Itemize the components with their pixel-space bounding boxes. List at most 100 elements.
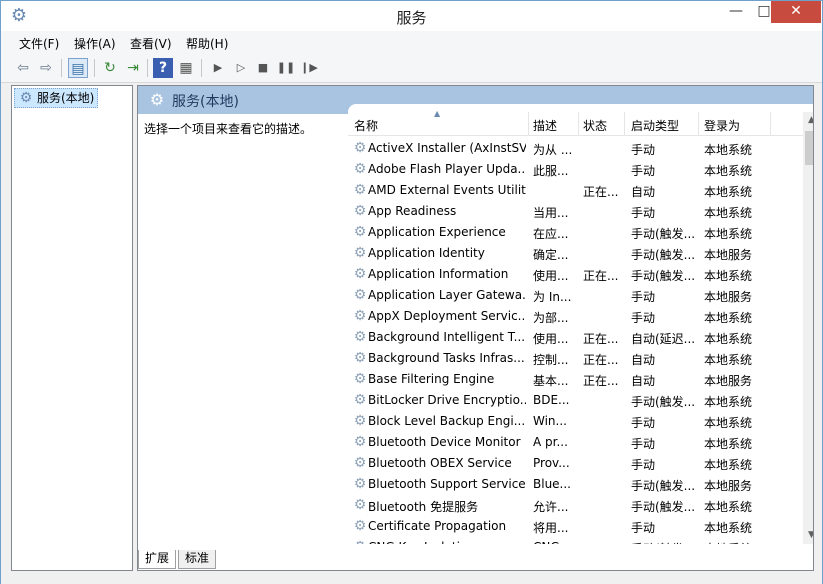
- service-status: 正在...: [583, 185, 619, 199]
- column-header-status[interactable]: 状态: [583, 117, 607, 134]
- service-description: CNG...: [533, 540, 575, 544]
- menu-file[interactable]: 文件(F): [19, 35, 59, 52]
- scroll-thumb[interactable]: [805, 131, 813, 165]
- service-name: Bluetooth Support Service: [368, 477, 526, 491]
- help-icon[interactable]: ?: [153, 58, 173, 78]
- service-logon-as: 本地系统: [704, 206, 753, 220]
- service-logon-as: 本地系统: [704, 269, 753, 283]
- table-row[interactable]: ⚙CNG Key Isolation CNG... 手动(触发... 本地系统: [348, 537, 803, 544]
- refresh-icon[interactable]: ↻: [100, 58, 120, 78]
- table-row[interactable]: ⚙ BitLocker Drive Encryptio... BDE... 手动(触发…: [348, 390, 803, 411]
- pause-icon[interactable]: ❚❚: [276, 58, 296, 78]
- service-name: Block Level Backup Engi...: [368, 414, 526, 428]
- properties-icon[interactable]: ▦: [176, 58, 196, 78]
- column-header-startup-type[interactable]: 启动类型: [631, 117, 679, 134]
- service-name: Application Experience: [368, 225, 506, 239]
- title-bar[interactable]: ⚙ 服务 — □ ✕: [1, 1, 822, 31]
- service-name: ActiveX Installer (AxInstSV): [368, 141, 526, 155]
- service-status: 正在...: [583, 374, 619, 388]
- table-row[interactable]: ⚙ Application Identity 确定... 手动(触发... 本地服务: [348, 243, 803, 264]
- service-logon-as: 本地系统: [704, 458, 753, 472]
- table-row[interactable]: ⚙ App Readiness 当用... 手动 本地系统: [348, 201, 803, 222]
- column-divider[interactable]: [698, 112, 699, 136]
- column-divider[interactable]: [528, 112, 529, 136]
- service-gear-icon: ⚙: [353, 287, 367, 303]
- service-gear-icon: ⚙: [353, 203, 367, 219]
- table-row[interactable]: ⚙ Background Tasks Infras... 控制... 正在... 自动 本…: [348, 348, 803, 369]
- back-icon[interactable]: ⇦: [13, 58, 33, 78]
- service-startup-type: 自动: [631, 353, 656, 367]
- sort-ascending-icon: ▲: [434, 109, 441, 118]
- service-startup-type: 手动: [631, 311, 656, 325]
- minimize-button[interactable]: —: [722, 1, 750, 23]
- column-divider[interactable]: [578, 112, 579, 136]
- service-status: 正在...: [583, 269, 619, 283]
- export-icon[interactable]: ⇥: [123, 58, 143, 78]
- service-startup-type: 自动: [631, 185, 656, 199]
- service-startup-type: 手动(触发...: [631, 227, 696, 241]
- vertical-scrollbar[interactable]: ▲ ▼: [803, 112, 813, 544]
- table-row[interactable]: ⚙ Certificate Propagation 将用... 手动 本地系统: [348, 516, 803, 537]
- service-gear-icon: ⚙: [353, 434, 367, 450]
- toolbar-separator: [94, 59, 95, 77]
- service-description: 在应...: [533, 227, 569, 241]
- service-description: 此服...: [533, 164, 569, 178]
- tab-extended[interactable]: 扩展: [138, 550, 177, 569]
- table-row[interactable]: ⚙ Bluetooth OBEX Service Prov... 手动 本地系统: [348, 453, 803, 474]
- service-logon-as: 本地系统: [704, 311, 753, 325]
- column-header-name[interactable]: 名称: [354, 117, 378, 134]
- service-gear-icon: ⚙: [353, 182, 367, 198]
- column-header-description[interactable]: 描述: [533, 117, 557, 134]
- tab-standard[interactable]: 标准: [178, 550, 217, 569]
- restart-icon[interactable]: ❙▶: [299, 58, 319, 78]
- menu-view[interactable]: 查看(V): [130, 35, 172, 52]
- stop-icon[interactable]: ■: [253, 58, 273, 78]
- table-row[interactable]: ⚙ Base Filtering Engine 基本... 正在... 自动 本地服务: [348, 369, 803, 390]
- menu-help[interactable]: 帮助(H): [186, 35, 228, 52]
- menu-action[interactable]: 操作(A): [74, 35, 116, 52]
- table-row[interactable]: ⚙ ActiveX Installer (AxInstSV) 为从 ... 手动 本地系…: [348, 138, 803, 159]
- service-startup-type: 手动: [631, 206, 656, 220]
- table-row[interactable]: ⚙ Application Experience 在应... 手动(触发... 本地系统: [348, 222, 803, 243]
- service-logon-as: 本地系统: [704, 521, 753, 535]
- table-row[interactable]: ⚙ Block Level Backup Engi... Win... 手动 本地系统: [348, 411, 803, 432]
- service-name: Certificate Propagation: [368, 519, 507, 533]
- service-description: Win...: [533, 414, 567, 428]
- column-divider[interactable]: [624, 112, 625, 136]
- close-button[interactable]: ✕: [771, 1, 821, 23]
- service-logon-as: 本地服务: [704, 290, 753, 304]
- toolbar-separator: [147, 59, 148, 77]
- show-hide-tree-icon[interactable]: ▤: [68, 58, 88, 78]
- table-row[interactable]: ⚙ AppX Deployment Servic... 为部... 手动 本地系统: [348, 306, 803, 327]
- service-name: Background Intelligent T...: [368, 330, 526, 344]
- list-rows: ⚙ ActiveX Installer (AxInstSV) 为从 ... 手动 本地系…: [348, 138, 803, 544]
- table-row[interactable]: ⚙ Background Intelligent T... 使用... 正在... 自动…: [348, 327, 803, 348]
- start-alt-icon[interactable]: ▷: [231, 58, 251, 78]
- service-startup-type: 手动(触发...: [631, 500, 696, 514]
- table-row[interactable]: ⚙ Application Information 使用... 正在... 手动(触发.…: [348, 264, 803, 285]
- view-tabs: 扩展 标准: [138, 548, 813, 570]
- service-logon-as: 本地系统: [704, 437, 753, 451]
- column-divider[interactable]: [770, 112, 771, 136]
- scroll-up-icon[interactable]: ▲: [803, 112, 813, 129]
- table-row[interactable]: ⚙ AMD External Events Utility 正在... 自动 本地系统: [348, 180, 803, 201]
- table-row[interactable]: ⚙ Bluetooth Device Monitor A pr... 手动 本地系统: [348, 432, 803, 453]
- table-row[interactable]: ⚙ Bluetooth 免提服务 允许... 手动(触发... 本地系统: [348, 495, 803, 516]
- scroll-down-icon[interactable]: ▼: [803, 527, 813, 544]
- table-row[interactable]: ⚙ Adobe Flash Player Upda... 此服... 手动 本地系统: [348, 159, 803, 180]
- service-description: 将用...: [533, 521, 569, 535]
- service-name: AMD External Events Utility: [368, 183, 526, 197]
- services-gear-icon: ⚙: [19, 90, 33, 106]
- toolbar-separator: [61, 59, 62, 77]
- start-icon[interactable]: ▶: [208, 58, 228, 78]
- service-name: Adobe Flash Player Upda...: [368, 162, 526, 176]
- service-gear-icon: ⚙: [353, 476, 367, 492]
- column-header-logon-as[interactable]: 登录为: [704, 117, 740, 134]
- service-status: 正在...: [583, 353, 619, 367]
- service-startup-type: 自动: [631, 374, 656, 388]
- forward-icon[interactable]: ⇨: [36, 58, 56, 78]
- tree-item-services-local[interactable]: ⚙ 服务(本地): [14, 88, 98, 108]
- table-row[interactable]: ⚙ Application Layer Gatewa... 为 In... 手动 本地服…: [348, 285, 803, 306]
- table-row[interactable]: ⚙ Bluetooth Support Service Blue... 手动(触发..…: [348, 474, 803, 495]
- service-logon-as: 本地系统: [704, 227, 753, 241]
